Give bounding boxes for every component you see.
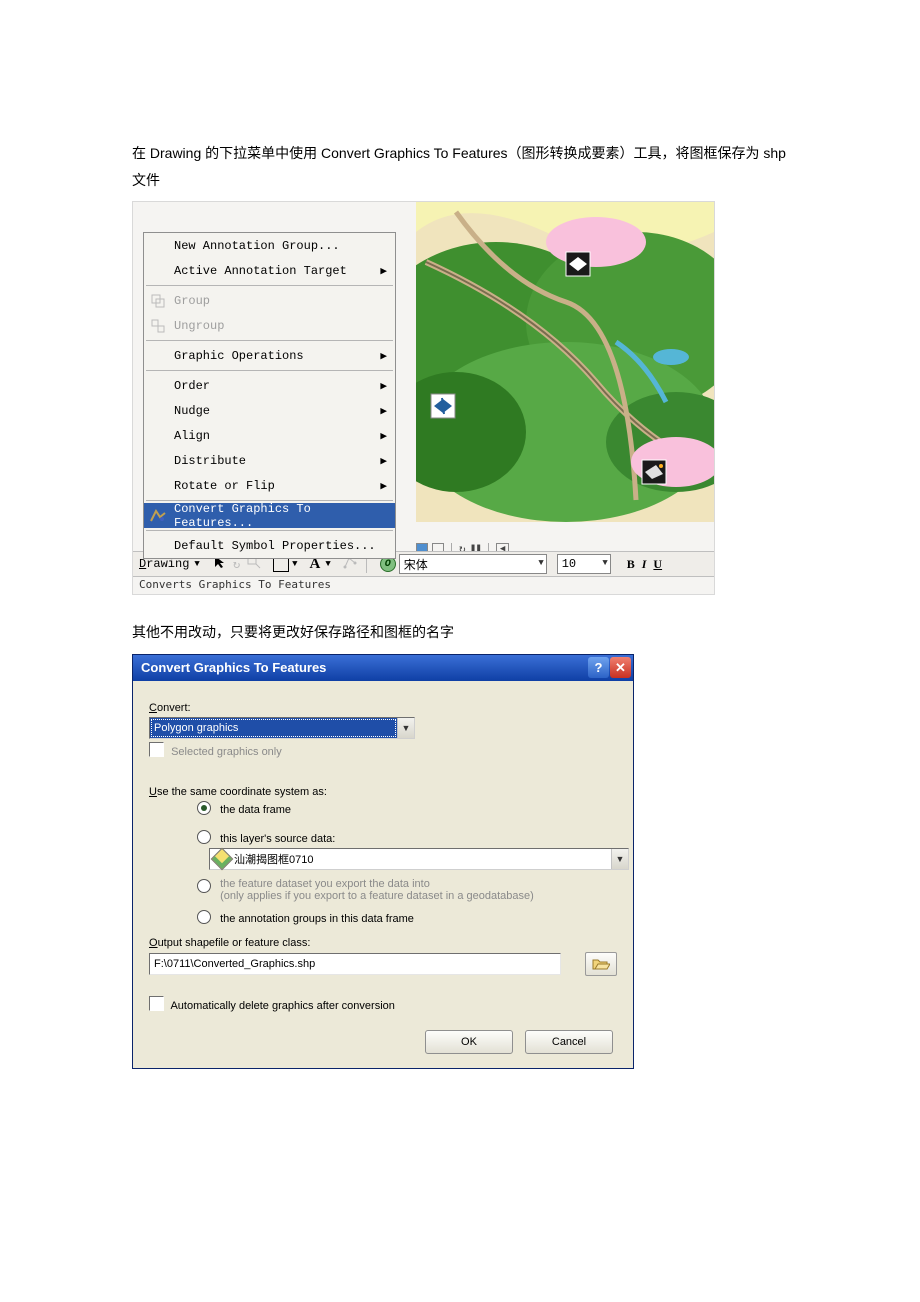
coord-system-label: Use the same coordinate system as: bbox=[149, 786, 617, 798]
output-path-input[interactable]: F:\0711\Converted_Graphics.shp bbox=[149, 953, 561, 975]
radio-feature-dataset: the feature dataset you export the data … bbox=[197, 878, 617, 902]
auto-delete-checkbox[interactable]: Automatically delete graphics after conv… bbox=[149, 996, 617, 1012]
menu-nudge[interactable]: Nudge ▶ bbox=[144, 398, 395, 423]
menu-align[interactable]: Align ▶ bbox=[144, 423, 395, 448]
help-button[interactable]: ? bbox=[588, 657, 609, 678]
feature-dataset-note: (only applies if you export to a feature… bbox=[220, 890, 534, 902]
radio-layer-source[interactable]: this layer's source data: bbox=[197, 830, 617, 845]
selected-graphics-only-checkbox: Selected graphics only bbox=[149, 742, 617, 758]
font-size-value: 10 bbox=[562, 557, 576, 571]
font-size-select[interactable]: 10 ▼ bbox=[557, 554, 611, 574]
convert-label: Convert: bbox=[149, 702, 617, 714]
layer-select[interactable]: 汕潮揭图框0710 ▼ bbox=[209, 848, 629, 870]
menu-separator bbox=[146, 285, 393, 286]
menu-group: Group bbox=[144, 288, 395, 313]
menu-rotate-or-flip[interactable]: Rotate or Flip ▶ bbox=[144, 473, 395, 498]
dropdown-arrow-icon: ▼ bbox=[611, 849, 628, 869]
convert-type-select[interactable]: Polygon graphics ▼ bbox=[149, 717, 415, 739]
paragraph-1: 在 Drawing 的下拉菜单中使用 Convert Graphics To F… bbox=[132, 140, 788, 193]
menu-new-annotation-group[interactable]: New Annotation Group... bbox=[144, 233, 395, 258]
close-button[interactable]: ✕ bbox=[610, 657, 631, 678]
menu-convert-graphics-to-features[interactable]: Convert Graphics To Features... bbox=[144, 503, 395, 528]
dropdown-arrow-icon[interactable]: ▼ bbox=[194, 559, 199, 569]
submenu-arrow-icon: ▶ bbox=[380, 479, 387, 493]
dropdown-arrow-icon: ▼ bbox=[602, 558, 607, 568]
menu-active-annotation-target[interactable]: Active Annotation Target ▶ bbox=[144, 258, 395, 283]
menu-order[interactable]: Order ▶ bbox=[144, 373, 395, 398]
status-bar: Converts Graphics To Features bbox=[133, 576, 714, 594]
font-name-select[interactable]: 宋体 ▼ bbox=[399, 554, 547, 574]
ungroup-icon bbox=[148, 319, 168, 333]
radio-off-icon bbox=[197, 830, 211, 844]
checkbox-icon bbox=[149, 742, 164, 757]
font-name-value: 宋体 bbox=[404, 556, 428, 573]
dropdown-arrow-icon[interactable]: ▼ bbox=[325, 559, 330, 569]
convert-graphics-icon bbox=[148, 509, 168, 523]
underline-button[interactable]: U bbox=[651, 556, 664, 573]
menu-graphic-operations[interactable]: Graphic Operations ▶ bbox=[144, 343, 395, 368]
italic-button[interactable]: I bbox=[640, 556, 649, 573]
menu-separator bbox=[146, 340, 393, 341]
radio-off-icon bbox=[197, 879, 211, 893]
submenu-arrow-icon: ▶ bbox=[380, 264, 387, 278]
bold-button[interactable]: B bbox=[625, 556, 637, 573]
paragraph-2: 其他不用改动，只要将更改好保存路径和图框的名字 bbox=[132, 619, 788, 646]
dropdown-arrow-icon: ▼ bbox=[538, 558, 543, 568]
submenu-arrow-icon: ▶ bbox=[380, 429, 387, 443]
menu-separator bbox=[146, 370, 393, 371]
ok-button[interactable]: OK bbox=[425, 1030, 513, 1054]
menu-distribute[interactable]: Distribute ▶ bbox=[144, 448, 395, 473]
radio-data-frame[interactable]: the data frame bbox=[197, 801, 617, 816]
submenu-arrow-icon: ▶ bbox=[380, 404, 387, 418]
radio-off-icon bbox=[197, 910, 211, 924]
convert-type-value: Polygon graphics bbox=[150, 718, 397, 738]
folder-open-icon bbox=[592, 957, 610, 971]
output-path-value: F:\0711\Converted_Graphics.shp bbox=[154, 958, 315, 970]
dropdown-arrow-icon[interactable]: ▼ bbox=[292, 559, 297, 569]
dropdown-arrow-icon: ▼ bbox=[397, 718, 414, 738]
browse-button[interactable] bbox=[585, 952, 617, 976]
submenu-arrow-icon: ▶ bbox=[380, 349, 387, 363]
map-canvas bbox=[416, 202, 714, 522]
radio-on-icon bbox=[197, 801, 211, 815]
submenu-arrow-icon: ▶ bbox=[380, 454, 387, 468]
layer-value: 汕潮揭图框0710 bbox=[234, 851, 313, 867]
radio-annotation-groups[interactable]: the annotation groups in this data frame bbox=[197, 910, 617, 925]
group-icon bbox=[148, 294, 168, 308]
menu-ungroup: Ungroup bbox=[144, 313, 395, 338]
output-label: Output shapefile or feature class: bbox=[149, 937, 617, 949]
screenshot-drawing-menu: New Annotation Group... Active Annotatio… bbox=[132, 201, 715, 595]
submenu-arrow-icon: ▶ bbox=[380, 379, 387, 393]
checkbox-icon bbox=[149, 996, 164, 1011]
dialog-titlebar: Convert Graphics To Features ? ✕ bbox=[133, 655, 633, 681]
convert-graphics-dialog: Convert Graphics To Features ? ✕ Convert… bbox=[132, 654, 634, 1069]
menu-default-symbol-properties[interactable]: Default Symbol Properties... bbox=[144, 533, 395, 558]
cancel-button[interactable]: Cancel bbox=[525, 1030, 613, 1054]
drawing-context-menu: New Annotation Group... Active Annotatio… bbox=[143, 232, 396, 559]
dialog-title-text: Convert Graphics To Features bbox=[141, 660, 326, 675]
menu-separator bbox=[146, 530, 393, 531]
layer-polygon-icon bbox=[211, 847, 234, 870]
